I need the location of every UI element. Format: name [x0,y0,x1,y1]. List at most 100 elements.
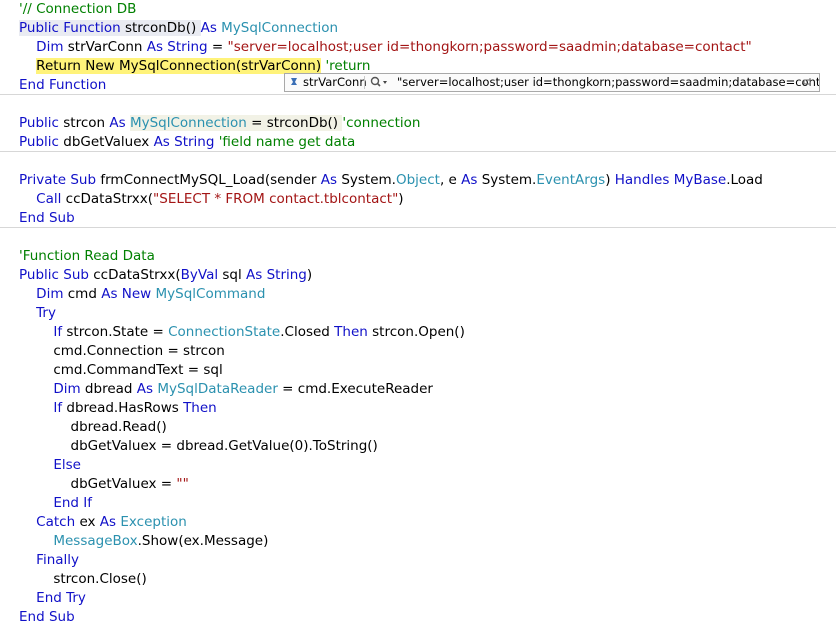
code-token: Return New MySqlConnection(strVarConn) [36,58,322,74]
code-line[interactable]: Try [0,304,836,323]
code-token: If [53,324,63,340]
code-token: = cmd.ExecuteReader [277,381,433,397]
code-token: End Sub [19,609,75,625]
code-line[interactable]: End Try [0,589,836,608]
code-line[interactable]: Public Function strconDb() As MySqlConne… [0,19,836,38]
code-token: strcon.State = [62,324,169,340]
code-line[interactable]: dbGetValuex = "" [0,475,836,494]
code-line[interactable] [0,152,836,171]
code-token: strcon.Close() [19,571,147,587]
code-line[interactable]: Dim cmd As New MySqlCommand [0,285,836,304]
code-token: "SELECT * FROM contact.tblcontact" [153,191,399,207]
code-token: End Function [19,77,107,93]
code-line[interactable]: '// Connection DB [0,0,836,19]
code-line[interactable]: 'Function Read Data [0,247,836,266]
code-token: dbGetValuex = dbread.GetValue(0).ToStrin… [19,438,378,454]
code-token: EventArgs [536,172,606,188]
code-line[interactable]: Public strcon As MySqlConnection = strco… [0,114,836,133]
code-line[interactable]: If strcon.State = ConnectionState.Closed… [0,323,836,342]
code-token: MySqlConnection [221,20,339,36]
datatip-variable-name: strVarConn [303,75,367,89]
pin-icon[interactable] [801,74,815,91]
code-token: 'connection [342,115,421,131]
code-token: '// Connection DB [19,1,137,17]
code-token: MySqlDataReader [157,381,278,397]
code-token: strcon [58,115,110,131]
code-line[interactable]: strcon.Close() [0,570,836,589]
datatip-divider [364,76,365,89]
code-token: ConnectionState [168,324,281,340]
code-token: Private Sub [19,172,97,188]
code-token: strVarConn [63,39,147,55]
code-token: cmd.Connection = strcon [19,343,225,359]
code-token: sql [218,267,247,283]
code-line[interactable]: cmd.CommandText = sql [0,361,836,380]
code-editor[interactable]: '// Connection DB Public Function strconD… [0,0,836,627]
code-token: .Load [726,172,763,188]
code-token: MessageBox [53,533,138,549]
code-line[interactable]: Dim dbread As MySqlDataReader = cmd.Exec… [0,380,836,399]
code-token: Public [19,134,59,150]
code-token: MySqlConnection [129,115,247,131]
code-token: Handles [614,172,670,188]
code-line[interactable]: End Sub [0,608,836,627]
code-line[interactable] [0,228,836,247]
datatip-icon [288,74,300,91]
datatip-popup[interactable]: strVarConn "server=localhost;user id=tho… [284,73,820,92]
code-line[interactable]: End If [0,494,836,513]
code-line[interactable]: Else [0,456,836,475]
code-token: cmd [63,286,102,302]
code-token: ccDataStrxx( [88,267,181,283]
code-line[interactable]: Dim strVarConn As String = "server=local… [0,38,836,57]
code-token: End Sub [19,210,75,226]
code-line[interactable] [0,95,836,114]
datatip-value[interactable]: "server=localhost;user id=thongkorn;pass… [397,74,819,91]
code-token: cmd.CommandText = sql [19,362,223,378]
code-token: , e [439,172,462,188]
code-token: As [136,381,154,397]
code-token: ccDataStrxx( [61,191,154,207]
code-token: strconDb() [120,20,201,36]
code-line[interactable]: MessageBox.Show(ex.Message) [0,532,836,551]
code-line[interactable]: dbread.Read() [0,418,836,437]
code-token: Public [19,115,59,131]
code-token: If [53,400,63,416]
code-token: dbread.Read() [19,419,167,435]
code-line[interactable]: Private Sub frmConnectMySQL_Load(sender … [0,171,836,190]
code-token: As [109,115,126,131]
code-token: System. [477,172,537,188]
code-line[interactable]: dbGetValuex = dbread.GetValue(0).ToStrin… [0,437,836,456]
code-line[interactable]: Public Sub ccDataStrxx(ByVal sql As Stri… [0,266,836,285]
code-token: As [461,172,478,188]
code-line[interactable]: End Sub [0,209,836,228]
code-token: As [320,172,338,188]
code-token: dbGetValuex [58,134,154,150]
code-token: As [99,514,117,530]
code-line[interactable]: If dbread.HasRows Then [0,399,836,418]
code-token: 'Function Read Data [19,248,155,264]
code-line[interactable]: Call ccDataStrxx("SELECT * FROM contact.… [0,190,836,209]
code-token: Public Sub [19,267,89,283]
code-token: ) [605,172,615,188]
code-token: Exception [120,514,187,530]
code-token: As [200,20,217,36]
code-line[interactable]: Catch ex As Exception [0,513,836,532]
code-token: Catch [36,514,76,530]
code-line[interactable]: Public dbGetValuex As String 'field name… [0,133,836,152]
code-line[interactable]: cmd.Connection = strcon [0,342,836,361]
magnifier-icon[interactable] [369,74,387,91]
code-token: .Show(ex.Message) [137,533,269,549]
code-token: = [207,39,228,55]
code-token: End If [53,495,93,511]
code-token: As String [153,134,215,150]
code-line[interactable]: Finally [0,551,836,570]
